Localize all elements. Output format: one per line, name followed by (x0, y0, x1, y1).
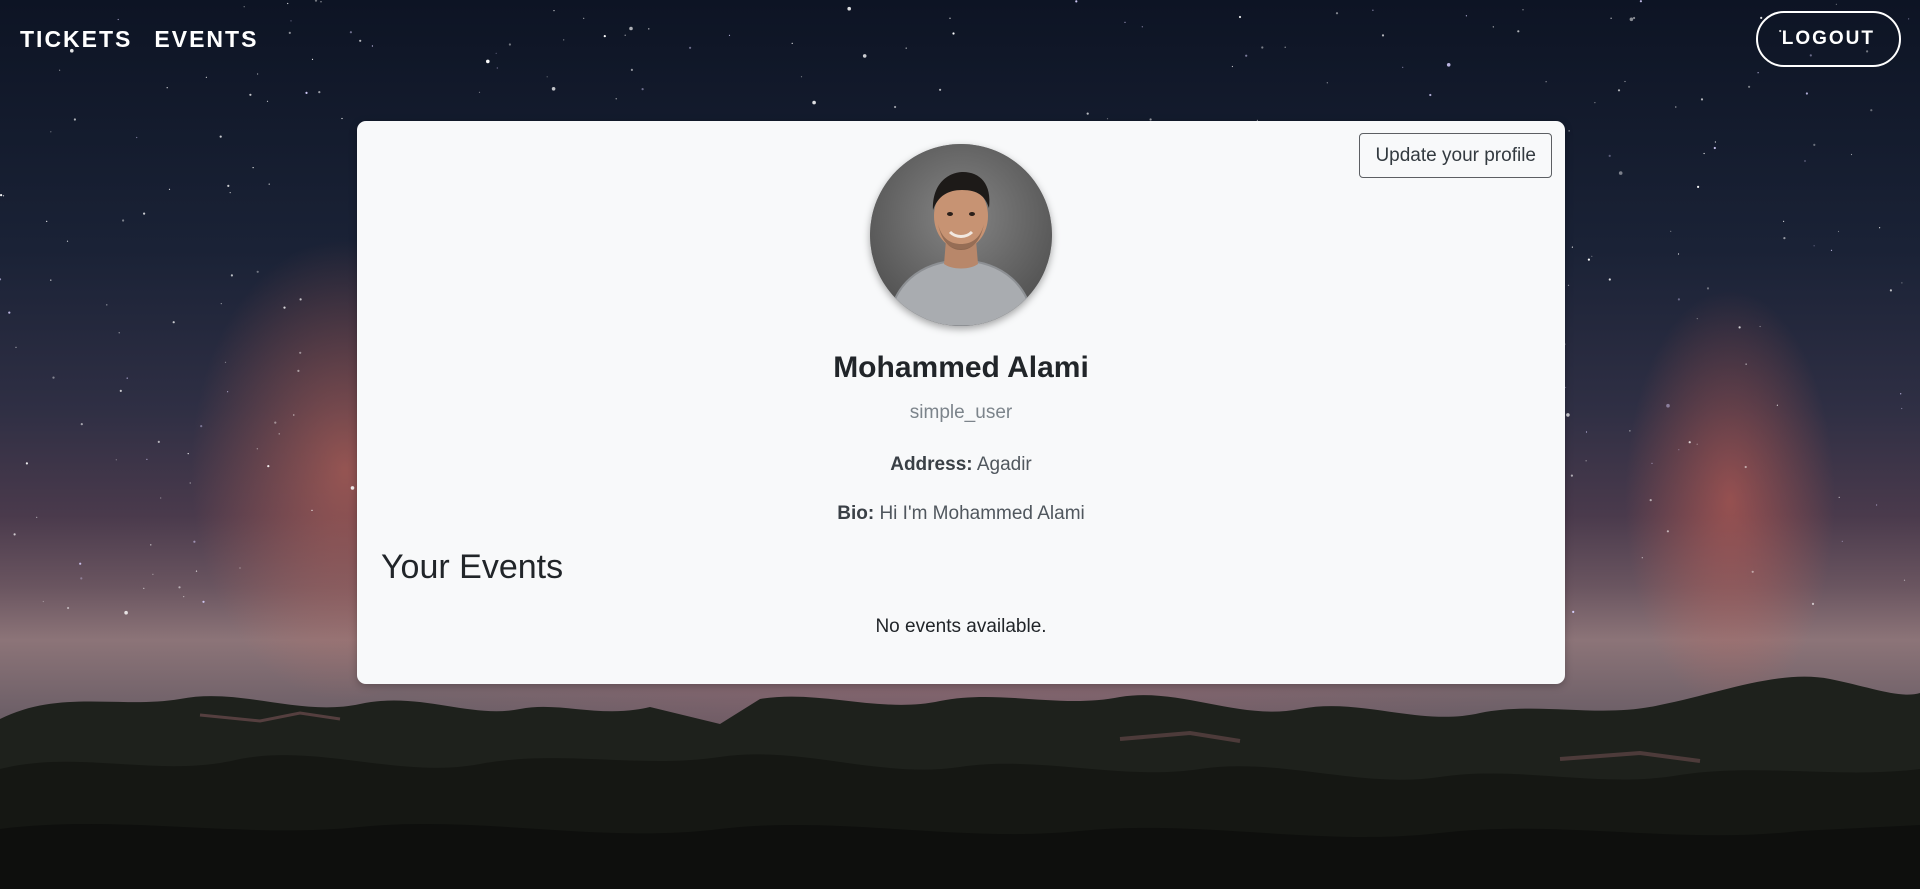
address-value: Agadir (976, 454, 1032, 475)
bio-label: Bio: (837, 503, 875, 524)
your-events-heading: Your Events (381, 548, 564, 586)
profile-name: Mohammed Alami (833, 351, 1089, 384)
nav-link-tickets[interactable]: TICKETS (20, 26, 132, 53)
top-navbar: TICKETS EVENTS LOGOUT (0, 0, 1920, 78)
person-photo-icon (870, 144, 1052, 326)
bio-value: Hi I'm Mohammed Alami (879, 503, 1085, 524)
nav-links: TICKETS EVENTS (20, 26, 258, 53)
profile-address: Address: Agadir (357, 454, 1565, 476)
nav-link-events[interactable]: EVENTS (154, 26, 258, 53)
profile-bio: Bio: Hi I'm Mohammed Alami (357, 503, 1565, 525)
no-events-message: No events available. (875, 616, 1047, 637)
avatar (870, 144, 1052, 326)
address-label: Address: (890, 454, 973, 475)
profile-card: Update your profile Mohammed Alami simpl… (357, 121, 1565, 684)
update-profile-button[interactable]: Update your profile (1359, 133, 1552, 178)
logout-button[interactable]: LOGOUT (1755, 11, 1901, 67)
profile-role: simple_user (909, 402, 1013, 423)
